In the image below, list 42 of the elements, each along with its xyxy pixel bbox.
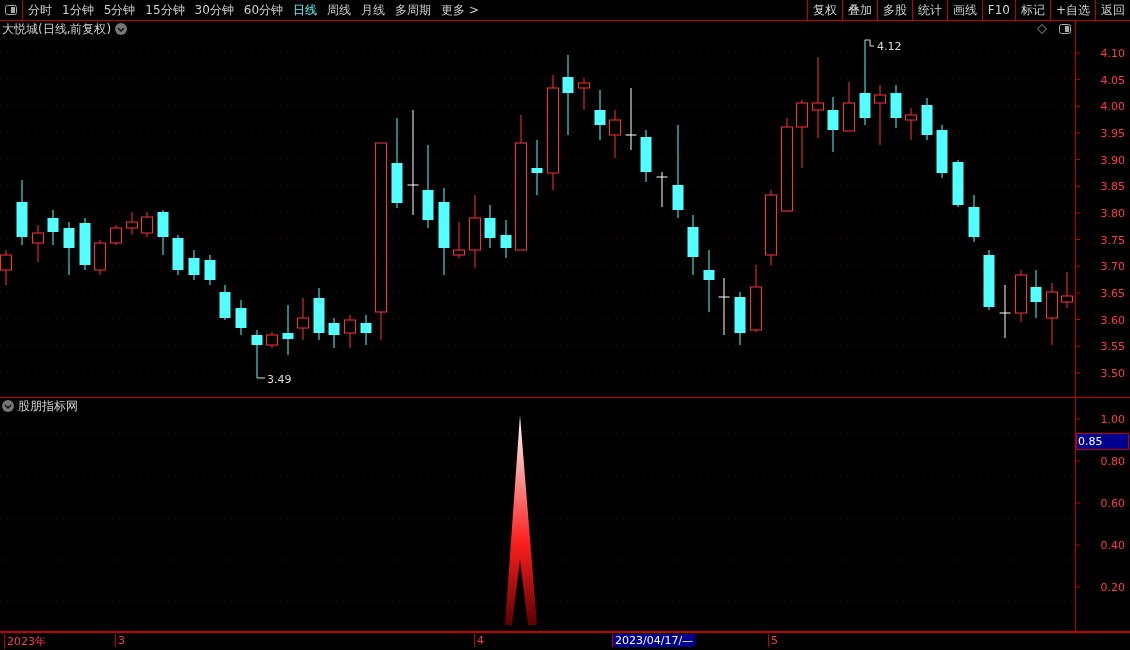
chart-title: 大悦城(日线,前复权) [2, 20, 112, 38]
price-axis-label: 4.00 [1100, 100, 1125, 114]
cursor-date-label: 2023/04/17/— [612, 634, 696, 647]
period-tab[interactable]: 1分钟 [57, 0, 99, 20]
price-axis-label: 3.65 [1100, 286, 1125, 300]
panel-toggle-icon[interactable] [1059, 24, 1071, 34]
indicator-axis-label: 0.60 [1100, 497, 1125, 510]
period-tab[interactable]: 月线 [356, 0, 391, 20]
diamond-icon[interactable] [1037, 24, 1047, 34]
current-value-tag: 0.85 [1076, 433, 1129, 450]
indicator-axis-label: 0.20 [1100, 581, 1125, 594]
period-tab[interactable]: 多周期 [390, 0, 437, 20]
indicator-axis-label: 1.00 [1100, 413, 1125, 426]
indicator-axis-label: 0.40 [1100, 539, 1125, 552]
price-axis-label: 4.10 [1100, 47, 1125, 60]
period-tab[interactable]: 5分钟 [98, 0, 141, 20]
indicator-axis-label: 0.80 [1100, 455, 1125, 468]
period-tab[interactable]: 更多 > [436, 0, 484, 20]
date-axis-label: 3 [115, 634, 127, 647]
price-axis-label: 3.80 [1100, 206, 1125, 220]
period-tab[interactable]: 60分钟 [238, 0, 289, 20]
price-axis-label: 3.75 [1100, 233, 1125, 247]
price-axis-label: 3.50 [1100, 366, 1125, 380]
dropdown-icon[interactable] [115, 23, 128, 35]
dropdown-icon[interactable] [2, 400, 14, 412]
price-axis-label: 3.55 [1100, 340, 1125, 354]
price-axis-label: 3.70 [1100, 260, 1125, 274]
price-axis-label: 3.85 [1100, 180, 1125, 194]
panel-toggle-icon[interactable] [5, 5, 17, 15]
date-axis-label: 2023年 [4, 634, 48, 649]
period-tab[interactable]: 分时 [23, 0, 57, 20]
date-axis-label: 5 [768, 634, 780, 647]
price-axis-label: 3.90 [1100, 153, 1125, 167]
price-axis-label: 4.05 [1100, 73, 1125, 87]
price-axis-label: 3.60 [1100, 313, 1125, 327]
date-axis-label: 4 [474, 634, 486, 647]
indicator-title: 股朋指标网 [18, 397, 78, 415]
period-tab[interactable]: 15分钟 [140, 0, 190, 20]
period-tab[interactable]: 周线 [322, 0, 357, 20]
price-axis-label: 3.95 [1100, 126, 1125, 140]
period-tab[interactable]: 日线 [288, 0, 323, 20]
period-tab[interactable]: 30分钟 [189, 0, 239, 20]
